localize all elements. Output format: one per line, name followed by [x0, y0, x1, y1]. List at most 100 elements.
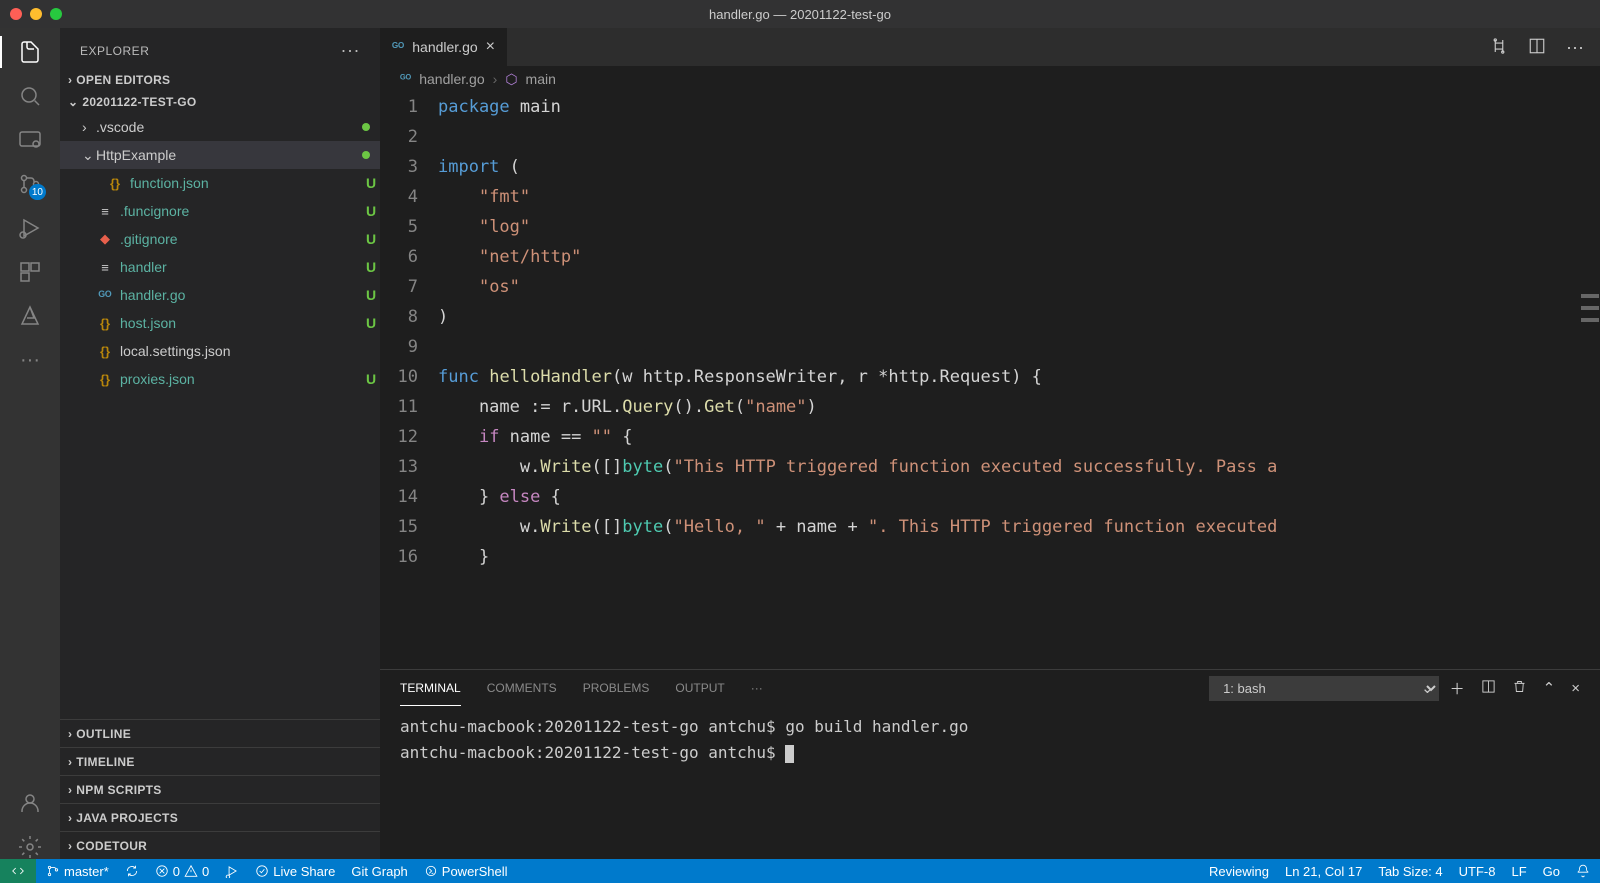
section-outline[interactable]: ›OUTLINE	[60, 719, 380, 747]
breadcrumb[interactable]: ᴳᴼ handler.go › ⬡ main	[380, 66, 1600, 92]
tab-label: handler.go	[412, 39, 477, 55]
split-editor-icon[interactable]	[1528, 37, 1546, 58]
code-line[interactable]: 5 "log"	[380, 212, 1600, 242]
eol[interactable]: LF	[1511, 864, 1526, 879]
close-panel-icon[interactable]: ×	[1571, 680, 1580, 697]
live-share[interactable]: Live Share	[255, 864, 335, 879]
explorer-more-icon[interactable]: ···	[341, 40, 360, 61]
code-line[interactable]: 6 "net/http"	[380, 242, 1600, 272]
activity-bar: 10 ···	[0, 28, 60, 859]
panel-tab-output[interactable]: OUTPUT	[675, 670, 724, 706]
code-editor[interactable]: 1package main23import (4 "fmt"5 "log"6 "…	[380, 92, 1600, 669]
code-line[interactable]: 14 } else {	[380, 482, 1600, 512]
account-icon[interactable]	[18, 791, 42, 815]
editor-more-icon[interactable]: ···	[1566, 37, 1584, 58]
code-line[interactable]: 3import (	[380, 152, 1600, 182]
modified-dot	[362, 123, 370, 131]
status-bar: master* 0 0 Live Share Git Graph PowerSh…	[0, 859, 1600, 883]
new-terminal-icon[interactable]: ＋	[1450, 678, 1465, 699]
minimap[interactable]	[1580, 92, 1600, 669]
azure-icon[interactable]	[18, 304, 42, 328]
code-line[interactable]: 15 w.Write([]byte("Hello, " + name + ". …	[380, 512, 1600, 542]
chevron-down-icon[interactable]: ⌄	[1421, 679, 1434, 697]
problems-indicator[interactable]: 0 0	[155, 864, 209, 879]
project-section[interactable]: ⌄20201122-TEST-GO	[60, 91, 380, 113]
panel-tab-problems[interactable]: PROBLEMS	[583, 670, 650, 706]
source-control-icon[interactable]: 10	[18, 172, 42, 196]
file-item[interactable]: {}host.jsonU	[60, 309, 380, 337]
more-icon[interactable]: ···	[18, 348, 42, 372]
bottom-panel: TERMINAL COMMENTS PROBLEMS OUTPUT ··· 1: ba…	[380, 669, 1600, 859]
section-timeline[interactable]: ›TIMELINE	[60, 747, 380, 775]
folder-item[interactable]: ⌄HttpExample	[60, 141, 380, 169]
symbol-icon: ⬡	[505, 71, 517, 88]
code-line[interactable]: 7 "os"	[380, 272, 1600, 302]
code-line[interactable]: 9	[380, 332, 1600, 362]
maximize-window[interactable]	[50, 8, 62, 20]
remote-explorer-icon[interactable]	[18, 128, 42, 152]
trash-icon[interactable]	[1512, 679, 1527, 698]
file-item[interactable]: {}proxies.jsonU	[60, 365, 380, 393]
remote-indicator[interactable]	[0, 859, 36, 883]
section-java-projects[interactable]: ›JAVA PROJECTS	[60, 803, 380, 831]
section-codetour[interactable]: ›CODETOUR	[60, 831, 380, 859]
debug-icon[interactable]	[18, 216, 42, 240]
code-line[interactable]: 10func helloHandler(w http.ResponseWrite…	[380, 362, 1600, 392]
minimize-window[interactable]	[30, 8, 42, 20]
explorer-title: EXPLORER	[80, 44, 149, 58]
editor-tabs: ᴳᴼ handler.go × ···	[380, 28, 1600, 66]
maximize-panel-icon[interactable]: ⌃	[1543, 679, 1556, 697]
close-window[interactable]	[10, 8, 22, 20]
window-controls	[10, 8, 62, 20]
panel-tab-terminal[interactable]: TERMINAL	[400, 670, 461, 706]
file-item[interactable]: ᴳᴼhandler.goU	[60, 281, 380, 309]
explorer-icon[interactable]	[18, 40, 42, 64]
tab-size[interactable]: Tab Size: 4	[1378, 864, 1442, 879]
file-item[interactable]: ◆.gitignoreU	[60, 225, 380, 253]
sync-icon[interactable]	[125, 864, 139, 878]
tab-close-icon[interactable]: ×	[486, 38, 495, 56]
title-bar: handler.go — 20201122-test-go	[0, 0, 1600, 28]
cursor-position[interactable]: Ln 21, Col 17	[1285, 864, 1362, 879]
git-graph[interactable]: Git Graph	[351, 864, 407, 879]
encoding[interactable]: UTF-8	[1459, 864, 1496, 879]
section-npm-scripts[interactable]: ›NPM SCRIPTS	[60, 775, 380, 803]
code-line[interactable]: 13 w.Write([]byte("This HTTP triggered f…	[380, 452, 1600, 482]
settings-icon[interactable]	[18, 835, 42, 859]
git-branch[interactable]: master*	[46, 864, 109, 879]
compare-icon[interactable]	[1490, 37, 1508, 58]
scm-badge: 10	[29, 184, 46, 200]
file-item[interactable]: ≡.funcignoreU	[60, 197, 380, 225]
code-line[interactable]: 1package main	[380, 92, 1600, 122]
file-item[interactable]: ≡handlerU	[60, 253, 380, 281]
feedback-icon[interactable]	[1576, 864, 1590, 878]
terminal-content[interactable]: antchu-macbook:20201122-test-go antchu$ …	[380, 706, 1600, 859]
debug-start-icon[interactable]	[225, 864, 239, 878]
search-icon[interactable]	[18, 84, 42, 108]
reviewing[interactable]: Reviewing	[1209, 864, 1269, 879]
breadcrumb-symbol[interactable]: main	[526, 71, 556, 87]
tab-handler-go[interactable]: ᴳᴼ handler.go ×	[380, 28, 507, 66]
code-line[interactable]: 2	[380, 122, 1600, 152]
code-line[interactable]: 16 }	[380, 542, 1600, 572]
file-item[interactable]: {}local.settings.json	[60, 337, 380, 365]
extensions-icon[interactable]	[18, 260, 42, 284]
code-line[interactable]: 8)	[380, 302, 1600, 332]
go-file-icon: ᴳᴼ	[400, 73, 411, 85]
powershell[interactable]: PowerShell	[424, 864, 508, 879]
split-terminal-icon[interactable]	[1481, 679, 1496, 698]
panel-more-icon[interactable]: ···	[751, 670, 763, 706]
breadcrumb-file[interactable]: handler.go	[419, 71, 484, 87]
code-line[interactable]: 4 "fmt"	[380, 182, 1600, 212]
folder-item[interactable]: ›.vscode	[60, 113, 380, 141]
terminal-shell-select[interactable]: 1: bash	[1209, 676, 1439, 701]
file-tree: ›.vscode⌄HttpExample{}function.jsonU≡.fu…	[60, 113, 380, 719]
language-mode[interactable]: Go	[1543, 864, 1560, 879]
open-editors-section[interactable]: ›OPEN EDITORS	[60, 69, 380, 91]
file-item[interactable]: {}function.jsonU	[60, 169, 380, 197]
window-title: handler.go — 20201122-test-go	[709, 7, 891, 22]
code-line[interactable]: 11 name := r.URL.Query().Get("name")	[380, 392, 1600, 422]
terminal-line: antchu-macbook:20201122-test-go antchu$	[400, 740, 1580, 766]
code-line[interactable]: 12 if name == "" {	[380, 422, 1600, 452]
panel-tab-comments[interactable]: COMMENTS	[487, 670, 557, 706]
